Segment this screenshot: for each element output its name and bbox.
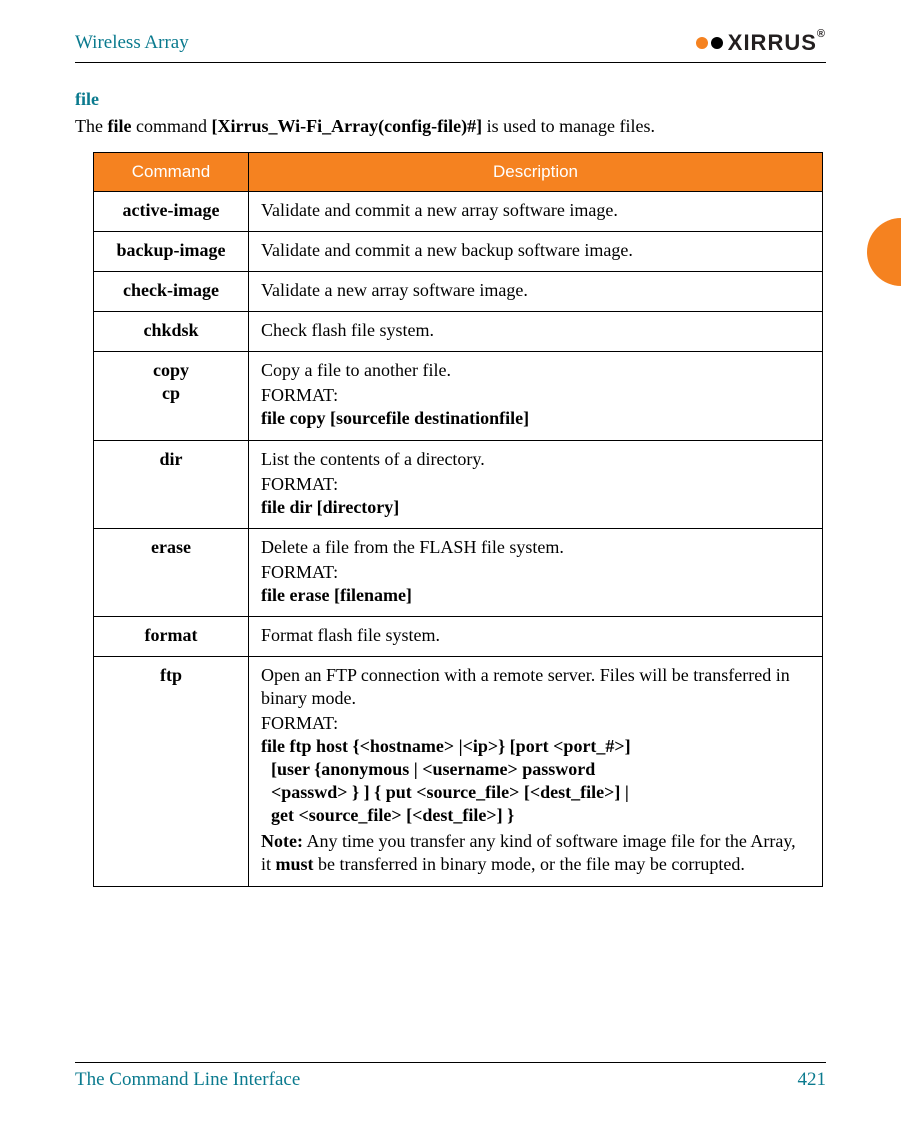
intro-cmd: file [107, 116, 131, 136]
cmd-ftp: ftp [94, 656, 249, 886]
table-row: ftp Open an FTP connection with a remote… [94, 656, 823, 886]
table-header-row: Command Description [94, 153, 823, 192]
table-row: check-image Validate a new array softwar… [94, 272, 823, 312]
ftp-syntax: file ftp host {<hostname> |<ip>} [port <… [261, 735, 810, 827]
ftp-note-label: Note: [261, 831, 303, 851]
erase-desc: Delete a file from the FLASH file system… [261, 536, 810, 559]
page-header: Wireless Array XIRRUS® [75, 30, 826, 63]
erase-format-label: FORMAT: [261, 561, 810, 584]
desc-format: Format flash file system. [249, 616, 823, 656]
cmd-check-image: check-image [94, 272, 249, 312]
cmd-copy-2: cp [106, 382, 236, 405]
cmd-active-image: active-image [94, 192, 249, 232]
desc-check-image: Validate a new array software image. [249, 272, 823, 312]
erase-syntax: file erase [filename] [261, 584, 810, 607]
cmd-format: format [94, 616, 249, 656]
desc-erase: Delete a file from the FLASH file system… [249, 528, 823, 616]
desc-copy: Copy a file to another file. FORMAT: fil… [249, 352, 823, 440]
cmd-copy-1: copy [106, 359, 236, 382]
cmd-copy: copy cp [94, 352, 249, 440]
dir-format-label: FORMAT: [261, 473, 810, 496]
table-row: active-image Validate and commit a new a… [94, 192, 823, 232]
table-row: dir List the contents of a directory. FO… [94, 440, 823, 528]
intro-prompt: [Xirrus_Wi-Fi_Array(config-file)#] [211, 116, 482, 136]
ftp-syntax-l2: [user {anonymous | <username> password [261, 758, 810, 781]
cmd-dir: dir [94, 440, 249, 528]
header-title: Wireless Array [75, 32, 189, 54]
table-row: copy cp Copy a file to another file. FOR… [94, 352, 823, 440]
th-command: Command [94, 153, 249, 192]
table-row: erase Delete a file from the FLASH file … [94, 528, 823, 616]
table-row: chkdsk Check flash file system. [94, 312, 823, 352]
ftp-format-label: FORMAT: [261, 712, 810, 735]
logo-dot-orange-icon [696, 37, 708, 49]
ftp-syntax-l1: file ftp host {<hostname> |<ip>} [port <… [261, 736, 631, 756]
intro-mid: command [131, 116, 211, 136]
ftp-syntax-l3: <passwd> } ] { put <source_file> [<dest_… [261, 781, 810, 804]
intro-post: is used to manage files. [482, 116, 655, 136]
th-description: Description [249, 153, 823, 192]
table-row: backup-image Validate and commit a new b… [94, 232, 823, 272]
registered-icon: ® [817, 28, 826, 40]
desc-chkdsk: Check flash file system. [249, 312, 823, 352]
desc-active-image: Validate and commit a new array software… [249, 192, 823, 232]
desc-ftp: Open an FTP connection with a remote ser… [249, 656, 823, 886]
logo-text-value: XIRRUS [728, 30, 817, 55]
footer-page-number: 421 [798, 1069, 827, 1091]
ftp-note: Note: Any time you transfer any kind of … [261, 830, 810, 876]
cmd-erase: erase [94, 528, 249, 616]
desc-backup-image: Validate and commit a new backup softwar… [249, 232, 823, 272]
logo: XIRRUS® [696, 30, 826, 56]
command-table: Command Description active-image Validat… [93, 152, 823, 887]
intro-pre: The [75, 116, 107, 136]
dir-desc: List the contents of a directory. [261, 448, 810, 471]
ftp-note-must: must [276, 854, 314, 874]
page-footer: The Command Line Interface 421 [75, 1062, 826, 1091]
section-heading: file [75, 89, 826, 110]
desc-dir: List the contents of a directory. FORMAT… [249, 440, 823, 528]
logo-dot-black-icon [711, 37, 723, 49]
copy-syntax: file copy [sourcefile destinationfile] [261, 407, 810, 430]
logo-text: XIRRUS® [728, 30, 826, 56]
dir-syntax: file dir [directory] [261, 496, 810, 519]
copy-format-label: FORMAT: [261, 384, 810, 407]
ftp-note-post: be transferred in binary mode, or the fi… [314, 854, 745, 874]
cmd-backup-image: backup-image [94, 232, 249, 272]
ftp-desc: Open an FTP connection with a remote ser… [261, 664, 810, 710]
cmd-chkdsk: chkdsk [94, 312, 249, 352]
ftp-syntax-l4: get <source_file> [<dest_file>] } [261, 804, 810, 827]
copy-desc: Copy a file to another file. [261, 359, 810, 382]
intro-text: The file command [Xirrus_Wi-Fi_Array(con… [75, 114, 826, 138]
table-row: format Format flash file system. [94, 616, 823, 656]
footer-left: The Command Line Interface [75, 1069, 300, 1091]
